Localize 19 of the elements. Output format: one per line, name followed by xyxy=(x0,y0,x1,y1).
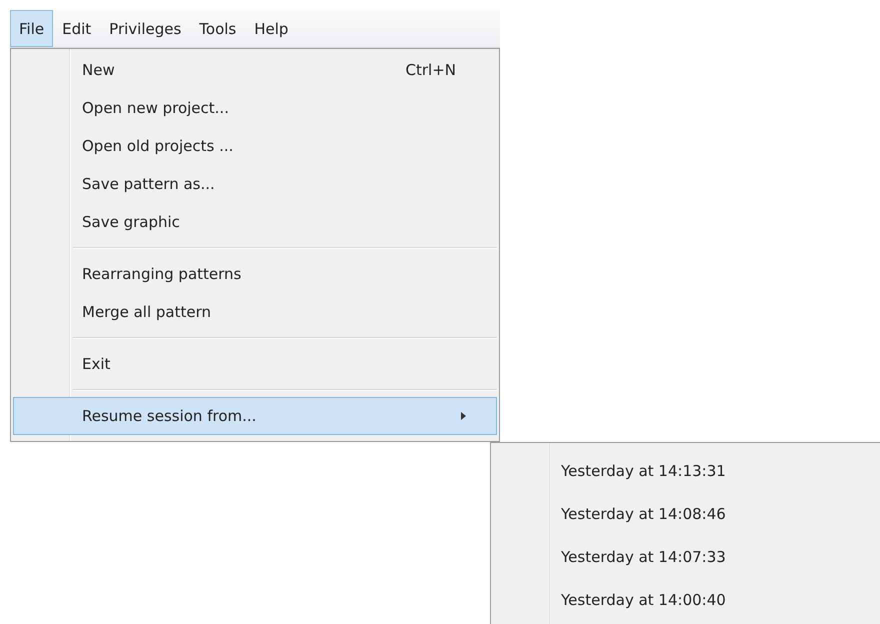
menu-item[interactable]: Rearranging patterns xyxy=(13,255,497,293)
menu-title[interactable]: Tools xyxy=(190,10,246,47)
menu-item[interactable]: Open new project... xyxy=(13,89,497,127)
menu-item[interactable]: Save graphic xyxy=(13,203,497,241)
menu-item[interactable]: Yesterday at 14:00:40 xyxy=(491,578,726,621)
submenu-arrow-icon xyxy=(461,412,466,420)
menu-item[interactable]: Exit xyxy=(13,345,497,383)
menu-title[interactable]: Help xyxy=(245,10,298,47)
menu-title[interactable]: Edit xyxy=(53,10,100,47)
menu-item[interactable]: Resume session from... xyxy=(13,397,497,435)
menu-item[interactable]: New Ctrl+N xyxy=(13,51,497,89)
menu-item[interactable]: Open old projects ... xyxy=(13,127,497,165)
menu-title[interactable]: File xyxy=(10,10,54,47)
menu-item[interactable]: Yesterday at 14:08:46 xyxy=(491,492,726,535)
menu-item[interactable]: Yesterday at 14:07:33 xyxy=(491,535,726,578)
menu-item[interactable]: Save pattern as... xyxy=(13,165,497,203)
menu-item[interactable]: Merge all pattern xyxy=(13,293,497,331)
menu-title[interactable]: Privileges xyxy=(100,10,190,47)
menu-item[interactable]: Yesterday at 14:13:31 xyxy=(491,449,726,492)
